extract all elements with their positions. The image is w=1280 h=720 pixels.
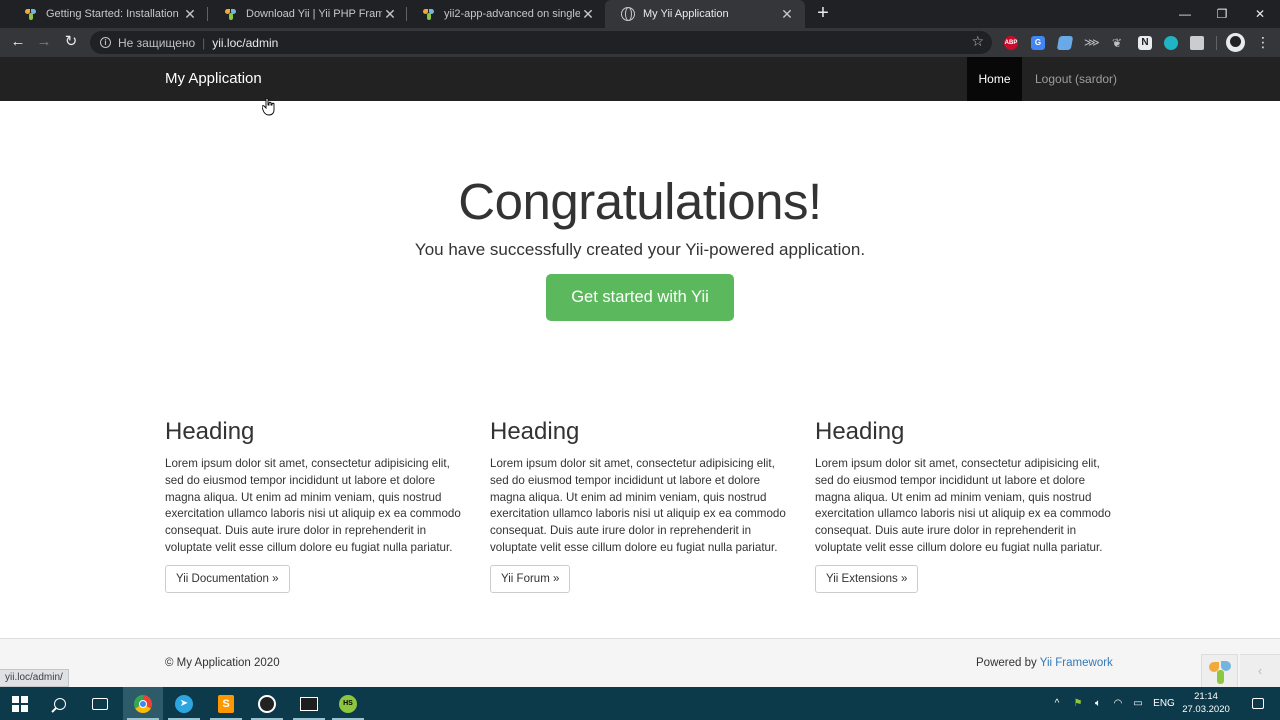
footer-powered-by: Powered by Yii Framework bbox=[976, 657, 1113, 669]
restore-window-icon[interactable]: ❐ bbox=[1204, 0, 1240, 28]
column-text: Lorem ipsum dolor sit amet, consectetur … bbox=[165, 457, 461, 554]
task-view-icon[interactable] bbox=[80, 687, 120, 720]
blue-extension-icon[interactable] bbox=[1056, 36, 1074, 50]
site-footer: © My Application 2020 Powered by Yii Fra… bbox=[0, 638, 1280, 687]
close-window-icon[interactable]: ✕ bbox=[1242, 0, 1278, 28]
tab-title: Download Yii | Yii PHP Framework bbox=[246, 8, 382, 20]
security-warning: Не защищено bbox=[118, 35, 196, 50]
windows-taskbar: ➤ S HS ^ ⚑ 🔈︎ ◠ ▭ ENG 21:14 27.03.2020 bbox=[0, 687, 1280, 720]
yii-framework-link[interactable]: Yii Framework bbox=[1040, 657, 1113, 669]
yii-logo-icon bbox=[422, 7, 436, 21]
content-column-3: Heading Lorem ipsum dolor sit amet, cons… bbox=[815, 418, 1115, 593]
address-bar[interactable]: i Не защищено | yii.loc/admin ☆ bbox=[90, 31, 992, 54]
trello-icon[interactable] bbox=[1190, 36, 1204, 50]
terminal-icon[interactable] bbox=[289, 687, 329, 720]
hs-app-icon[interactable]: HS bbox=[328, 687, 368, 720]
yii-logo-icon bbox=[24, 7, 38, 21]
jumbotron: Congratulations! You have successfully c… bbox=[0, 170, 1280, 321]
column-heading: Heading bbox=[165, 418, 255, 445]
footer-copyright: © My Application 2020 bbox=[165, 657, 280, 669]
hand-cursor-icon bbox=[262, 98, 275, 116]
windows-start-icon[interactable] bbox=[0, 687, 40, 720]
google-translate-icon[interactable]: G bbox=[1031, 36, 1045, 50]
tab-title: Getting Started: Installation | Yii 2 bbox=[46, 8, 182, 20]
browser-tab-strip: Getting Started: Installation | Yii 2 ✕ … bbox=[0, 0, 1280, 28]
language-indicator[interactable]: ENG bbox=[1150, 687, 1178, 720]
notifications-icon[interactable] bbox=[1243, 687, 1273, 720]
content-column-2: Heading Lorem ipsum dolor sit amet, cons… bbox=[490, 418, 790, 593]
tab-title: My Yii Application bbox=[643, 8, 729, 20]
obs-icon[interactable] bbox=[247, 687, 287, 720]
nav-item-logout[interactable]: Logout (sardor) bbox=[1035, 57, 1117, 101]
profile-avatar[interactable] bbox=[1226, 33, 1245, 52]
clock-time: 21:14 bbox=[1194, 691, 1218, 702]
abp-icon[interactable]: ABP bbox=[1004, 36, 1018, 50]
close-icon[interactable]: ✕ bbox=[580, 6, 596, 23]
get-started-button[interactable]: Get started with Yii bbox=[546, 274, 734, 321]
back-icon[interactable]: ← bbox=[8, 32, 28, 52]
status-bar-url: yii.loc/admin/ bbox=[0, 669, 69, 687]
content-column-1: Heading Lorem ipsum dolor sit amet, cons… bbox=[165, 418, 465, 593]
yii-forum-button[interactable]: Yii Forum » bbox=[490, 564, 571, 593]
minimize-window-icon[interactable]: — bbox=[1167, 0, 1203, 28]
browser-tab-getting-started[interactable]: Getting Started: Installation | Yii 2 ✕ bbox=[8, 0, 208, 28]
nav-item-home[interactable]: Home bbox=[967, 57, 1022, 101]
navbar-brand[interactable]: My Application bbox=[165, 70, 262, 87]
leaf-extension-icon[interactable]: ❦ bbox=[1110, 36, 1124, 50]
address-divider: | bbox=[202, 35, 206, 50]
debug-toolbar-toggle-icon[interactable]: ‹ bbox=[1240, 654, 1280, 688]
toolbar-divider bbox=[1216, 36, 1217, 50]
close-icon[interactable]: ✕ bbox=[779, 6, 795, 23]
flag-icon[interactable]: ⚑ bbox=[1071, 687, 1085, 720]
clock[interactable]: 21:14 27.03.2020 bbox=[1180, 690, 1232, 716]
search-icon[interactable] bbox=[40, 687, 80, 720]
tab-title: yii2-app-advanced on single domain bbox=[444, 8, 580, 20]
browser-tab-my-yii-application[interactable]: My Yii Application ✕ bbox=[605, 0, 805, 28]
chrome-icon[interactable] bbox=[123, 687, 163, 720]
forward-icon[interactable]: → bbox=[34, 32, 54, 52]
yii-extensions-button[interactable]: Yii Extensions » bbox=[815, 564, 919, 593]
globe-icon bbox=[621, 7, 635, 21]
yii-debug-toolbar-logo-icon[interactable] bbox=[1201, 654, 1238, 688]
address-url[interactable]: yii.loc/admin bbox=[212, 36, 278, 50]
fish-extension-icon[interactable]: ⋙ bbox=[1084, 36, 1100, 50]
yii-documentation-button[interactable]: Yii Documentation » bbox=[165, 564, 290, 593]
telegram-icon[interactable]: ➤ bbox=[164, 687, 204, 720]
more-menu-icon[interactable]: ⋮ bbox=[1256, 34, 1270, 50]
clock-date: 27.03.2020 bbox=[1182, 704, 1230, 715]
info-icon[interactable]: i bbox=[100, 37, 111, 48]
show-hidden-icons-icon[interactable]: ^ bbox=[1050, 687, 1064, 720]
keyboard-icon[interactable]: ▭ bbox=[1131, 687, 1145, 720]
close-icon[interactable]: ✕ bbox=[382, 6, 398, 23]
reload-icon[interactable]: ↻ bbox=[61, 32, 81, 52]
volume-icon[interactable]: 🔈︎ bbox=[1091, 687, 1105, 720]
column-heading: Heading bbox=[815, 418, 905, 445]
new-tab-button[interactable]: + bbox=[814, 3, 832, 23]
jumbotron-lead: You have successfully created your Yii-p… bbox=[414, 240, 866, 259]
column-text: Lorem ipsum dolor sit amet, consectetur … bbox=[490, 457, 786, 554]
bookmark-star-icon[interactable]: ☆ bbox=[971, 33, 984, 50]
browser-tab-download-yii[interactable]: Download Yii | Yii PHP Framework ✕ bbox=[208, 0, 408, 28]
column-heading: Heading bbox=[490, 418, 580, 445]
notion-icon[interactable]: N bbox=[1138, 36, 1152, 50]
browser-toolbar: ← → ↻ i Не защищено | yii.loc/admin ☆ AB… bbox=[0, 28, 1280, 57]
close-icon[interactable]: ✕ bbox=[182, 6, 198, 23]
jumbotron-title: Congratulations! bbox=[458, 173, 822, 230]
sublime-text-icon[interactable]: S bbox=[206, 687, 246, 720]
yii-logo-icon bbox=[224, 7, 238, 21]
site-navbar: My Application Home Logout (sardor) bbox=[0, 57, 1280, 101]
browser-tab-yii2-app-advanced[interactable]: yii2-app-advanced on single domain ✕ bbox=[406, 0, 606, 28]
powered-by-label: Powered by bbox=[976, 657, 1037, 669]
column-text: Lorem ipsum dolor sit amet, consectetur … bbox=[815, 457, 1111, 554]
wifi-icon[interactable]: ◠ bbox=[1111, 687, 1125, 720]
circle-extension-icon[interactable] bbox=[1164, 36, 1178, 50]
